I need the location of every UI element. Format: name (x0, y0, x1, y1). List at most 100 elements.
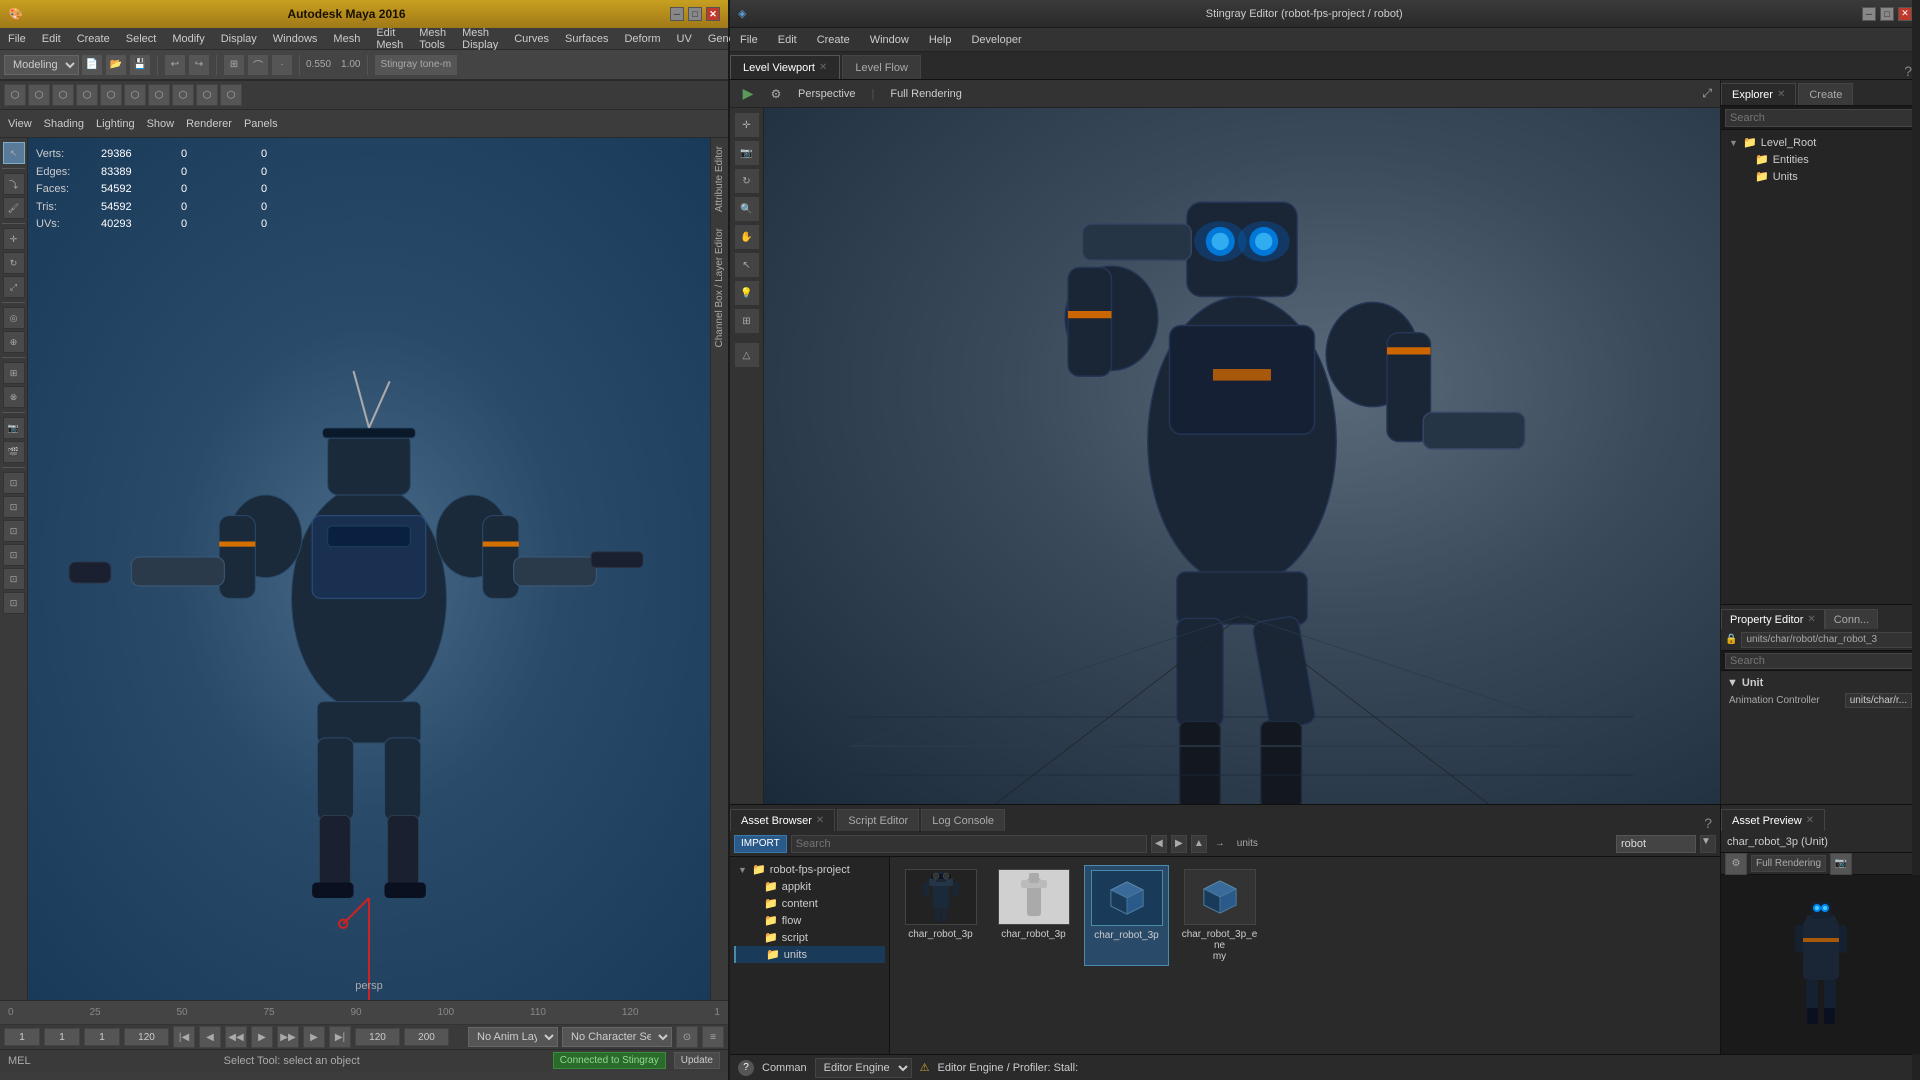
extra-btn-4[interactable]: ⊡ (3, 544, 25, 566)
preview-screenshot-btn[interactable]: 📷 (1830, 853, 1852, 875)
preview-settings-btn[interactable]: ⚙ (1725, 853, 1747, 875)
shelf-btn-6[interactable]: ⬡ (124, 84, 146, 106)
anim-layer-dropdown[interactable]: No Anim Layer (468, 1027, 558, 1047)
s-move-btn[interactable]: ✛ (734, 112, 760, 138)
shelf-btn-2[interactable]: ⬡ (28, 84, 50, 106)
s-triangle-btn[interactable]: △ (734, 342, 760, 368)
stingray-menu-edit[interactable]: Edit (772, 32, 803, 48)
nav-fwd-btn[interactable]: ▶ (1171, 835, 1187, 853)
tree-item-units[interactable]: 📁 Units (1725, 168, 1916, 185)
asset-item-4[interactable]: char_robot_3p_enemy (1177, 865, 1262, 966)
render-mode-label[interactable]: Full Rendering (886, 86, 966, 102)
maya-maximize-btn[interactable]: □ (688, 7, 702, 21)
update-btn[interactable]: Update (674, 1052, 720, 1069)
shading-menu[interactable]: Shading (44, 118, 84, 130)
asset-item-2[interactable]: char_robot_3p (991, 865, 1076, 966)
tree-robot-fps-project[interactable]: ▼ 📁 robot-fps-project (734, 861, 885, 878)
stingray-tone-btn[interactable]: Stingray tone-m (374, 54, 459, 76)
preview-render-mode[interactable]: Full Rendering (1751, 855, 1826, 872)
prev-frame-btn[interactable]: ◀ (199, 1026, 221, 1048)
shelf-btn-9[interactable]: ⬡ (196, 84, 218, 106)
snap-point-btn[interactable]: · (271, 54, 293, 76)
maya-menu-curves[interactable]: Curves (510, 31, 553, 47)
maya-menu-mesh-display[interactable]: Mesh Display (458, 25, 502, 53)
next-frame-btn[interactable]: ▶ (303, 1026, 325, 1048)
connected-to-stingray-btn[interactable]: Connected to Stingray (553, 1052, 666, 1069)
maya-menu-deform[interactable]: Deform (620, 31, 664, 47)
timeline-current-field[interactable] (44, 1028, 80, 1046)
anim-controller-value[interactable]: units/char/r... (1845, 693, 1912, 708)
timeline-playback-field[interactable] (84, 1028, 120, 1046)
shelf-btn-10[interactable]: ⬡ (220, 84, 242, 106)
asset-item-3[interactable]: char_robot_3p (1084, 865, 1169, 966)
asset-search-input[interactable] (791, 835, 1147, 853)
snap-curve-btn[interactable]: ⌒ (247, 54, 269, 76)
tree-item-level-root[interactable]: ▼ 📁 Level_Root (1725, 134, 1916, 151)
camera-label[interactable]: Perspective (794, 86, 859, 102)
tree-content[interactable]: 📁 content (734, 895, 885, 912)
stingray-menu-file[interactable]: File (734, 32, 764, 48)
tab-level-viewport[interactable]: Level Viewport ✕ (730, 55, 840, 79)
maya-menu-edit-mesh[interactable]: Edit Mesh (372, 25, 407, 53)
tab-asset-preview-close[interactable]: ✕ (1806, 815, 1814, 826)
maya-minimize-btn[interactable]: ─ (670, 7, 684, 21)
stingray-menu-help[interactable]: Help (923, 32, 958, 48)
shelf-btn-3[interactable]: ⬡ (52, 84, 74, 106)
preview-area[interactable] (1721, 875, 1920, 1054)
render-btn[interactable]: 🎬 (3, 441, 25, 463)
stingray-menu-create[interactable]: Create (811, 32, 856, 48)
tree-flow[interactable]: 📁 flow (734, 912, 885, 929)
snap-grid-btn[interactable]: ⊞ (223, 54, 245, 76)
stingray-minimize-btn[interactable]: ─ (1862, 7, 1876, 21)
prev-key-btn[interactable]: |◀ (173, 1026, 195, 1048)
maya-viewport[interactable]: Verts: 29386 0 0 Edges: 83389 0 0 Faces:… (28, 138, 710, 1000)
stingray-menu-developer[interactable]: Developer (965, 32, 1027, 48)
prop-tab-conn[interactable]: Conn... (1825, 609, 1878, 629)
maya-menu-select[interactable]: Select (122, 31, 161, 47)
stingray-menu-window[interactable]: Window (864, 32, 915, 48)
tab-explorer[interactable]: Explorer ✕ (1721, 83, 1796, 105)
filter-btn[interactable]: ▼ (1700, 835, 1716, 853)
tab-asset-browser-close[interactable]: ✕ (816, 815, 824, 826)
extra-btn-1[interactable]: ⊡ (3, 472, 25, 494)
explorer-search-input[interactable] (1725, 109, 1916, 127)
tree-units[interactable]: 📁 units (734, 946, 885, 963)
maya-menu-modify[interactable]: Modify (168, 31, 208, 47)
prop-search-input[interactable] (1725, 653, 1916, 669)
s-camera-btn[interactable]: 📷 (734, 140, 760, 166)
s-zoom-btn[interactable]: 🔍 (734, 196, 760, 222)
move-tool-btn[interactable]: ✛ (3, 228, 25, 250)
viewport-expand-btn[interactable]: ⤢ (1702, 86, 1712, 101)
undo-btn[interactable]: ↩ (164, 54, 186, 76)
maya-close-btn[interactable]: ✕ (706, 7, 720, 21)
maya-menu-display[interactable]: Display (217, 31, 261, 47)
play-stop-btn[interactable]: ▶ (251, 1026, 273, 1048)
statusbar-help-btn[interactable]: ? (738, 1060, 754, 1076)
shelf-btn-8[interactable]: ⬡ (172, 84, 194, 106)
tab-asset-browser[interactable]: Asset Browser ✕ (730, 809, 835, 831)
prop-tab-close[interactable]: ✕ (1807, 614, 1815, 625)
maya-menu-mesh[interactable]: Mesh (329, 31, 364, 47)
rotate-tool-btn[interactable]: ↻ (3, 252, 25, 274)
soft-select-btn[interactable]: ◎ (3, 307, 25, 329)
camera-btn[interactable]: 📷 (3, 417, 25, 439)
maya-menu-uv[interactable]: UV (673, 31, 696, 47)
show-manip-btn[interactable]: ⊕ (3, 331, 25, 353)
nav-back-btn[interactable]: ◀ (1151, 835, 1167, 853)
maya-menu-edit[interactable]: Edit (38, 31, 65, 47)
tab-level-flow[interactable]: Level Flow (842, 55, 921, 79)
char-set-dropdown[interactable]: No Character Set (562, 1027, 672, 1047)
stingray-settings-btn[interactable]: ⚙ (766, 84, 786, 104)
channel-box-label[interactable]: Channel Box / Layer Editor (712, 220, 727, 356)
maya-mode-dropdown[interactable]: Modeling (4, 55, 79, 75)
anim-toggle-btn[interactable]: ⊙ (676, 1026, 698, 1048)
show-menu[interactable]: Show (147, 118, 175, 130)
maya-menu-windows[interactable]: Windows (269, 31, 322, 47)
panels-menu[interactable]: Panels (244, 118, 278, 130)
lasso-tool-btn[interactable]: ⤵ (3, 173, 25, 195)
timeline-end-field[interactable] (124, 1028, 169, 1046)
tab-log-console[interactable]: Log Console (921, 809, 1005, 831)
view-menu[interactable]: View (8, 118, 32, 130)
tree-appkit[interactable]: 📁 appkit (734, 878, 885, 895)
save-btn[interactable]: 💾 (129, 54, 151, 76)
